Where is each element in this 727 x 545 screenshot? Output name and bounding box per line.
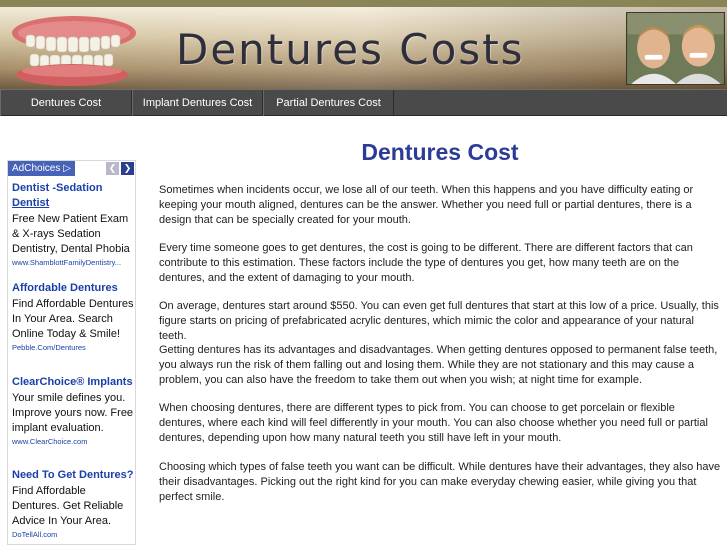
ad-url[interactable]: DoTellAll.com [12, 529, 134, 540]
nav-item-implant-dentures-cost[interactable]: Implant Dentures Cost [132, 90, 263, 116]
nav-item-partial-dentures-cost[interactable]: Partial Dentures Cost [263, 90, 394, 116]
ad-title[interactable]: Affordable Dentures [12, 281, 136, 296]
ad-title[interactable]: Need To Get Dentures? [12, 468, 136, 483]
ad-text: Free New Patient Exam & X-rays Sedation … [12, 213, 130, 255]
adchoices-button[interactable]: AdChoices ▷ [8, 161, 75, 176]
article-paragraph: Choosing which types of false teeth you … [159, 461, 721, 503]
main-content: Dentures Cost Sometimes when incidents o… [159, 138, 721, 503]
ad-title[interactable]: Dentist -Sedation [12, 181, 136, 196]
ad-title-link[interactable]: Dentist [12, 196, 136, 211]
ad-url[interactable]: Pebble.Com/Dentures [12, 342, 134, 353]
ad-next-button[interactable]: ❯ [121, 162, 134, 175]
chevron-right-icon: ❯ [123, 163, 132, 173]
site-title: Dentures Costs [176, 25, 525, 74]
ad-sidebar: AdChoices ▷ ❮ ❯ Dentist -Sedation Dentis… [7, 160, 136, 545]
main-navigation: Dentures Cost Implant Dentures Cost Part… [0, 89, 727, 116]
dentures-logo-image [12, 16, 136, 86]
article-paragraph: Every time someone goes to get dentures,… [159, 242, 693, 284]
ad-item[interactable]: Need To Get Dentures? Find Affordable De… [12, 468, 136, 540]
chevron-left-icon: ❮ [108, 163, 117, 173]
ad-url[interactable]: www.ShamblottFamilyDentistry... [12, 257, 134, 268]
ad-text: Find Affordable Dentures. Get Reliable A… [12, 485, 124, 527]
site-header: Dentures Costs [0, 7, 727, 89]
ad-text: Your smile defines you. Improve yours no… [12, 392, 134, 434]
ad-item[interactable]: ClearChoice® Implants Your smile defines… [12, 375, 136, 447]
ad-prev-button[interactable]: ❮ [106, 162, 119, 175]
page-title: Dentures Cost [361, 139, 519, 165]
top-strip [0, 0, 727, 7]
nav-item-dentures-cost[interactable]: Dentures Cost [0, 90, 132, 116]
ad-text: Find Affordable Dentures In Your Area. S… [12, 298, 134, 340]
article-paragraph: Getting dentures has its advantages and … [159, 344, 718, 386]
article-paragraph: On average, dentures start around $550. … [159, 300, 719, 342]
article-paragraph: Sometimes when incidents occur, we lose … [159, 184, 694, 226]
ad-header: AdChoices ▷ ❮ ❯ [8, 161, 135, 177]
smiling-men-photo [626, 12, 725, 85]
article-paragraph: When choosing dentures, there are differ… [159, 402, 708, 444]
ad-title[interactable]: ClearChoice® Implants [12, 375, 136, 390]
adchoices-label: AdChoices [12, 163, 61, 174]
adchoices-icon: ▷ [63, 163, 71, 174]
ad-item[interactable]: Dentist -Sedation Dentist Free New Patie… [12, 181, 136, 268]
ad-item[interactable]: Affordable Dentures Find Affordable Dent… [12, 281, 136, 353]
ad-url[interactable]: www.ClearChoice.com [12, 436, 134, 447]
